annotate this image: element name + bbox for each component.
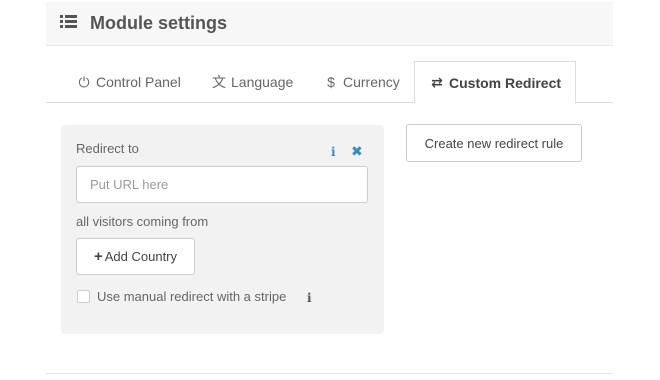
- tab-label: Language: [231, 74, 294, 90]
- tab-custom-redirect[interactable]: ⇄ Custom Redirect: [414, 61, 577, 104]
- list-icon: [60, 15, 77, 28]
- add-country-button[interactable]: + Add Country: [76, 238, 195, 275]
- visitors-label: all visitors coming from: [76, 214, 209, 229]
- tab-bar: ⏻ Control Panel 文 Language $ Currency ⇄ …: [46, 61, 613, 104]
- exchange-icon: ⇄: [431, 74, 443, 90]
- page-title: Module settings: [90, 13, 228, 33]
- power-icon: ⏻: [78, 73, 90, 90]
- plus-icon: +: [93, 248, 103, 265]
- redirect-rule-panel: Redirect to i ✖ all visitors coming from…: [61, 125, 384, 334]
- url-input[interactable]: [76, 166, 368, 203]
- dollar-icon: $: [327, 74, 335, 90]
- create-redirect-rule-button[interactable]: Create new redirect rule: [406, 124, 582, 162]
- close-icon[interactable]: ✖: [351, 143, 363, 160]
- add-country-label: Add Country: [104, 249, 178, 264]
- bottom-border: [46, 373, 613, 374]
- tab-label: Currency: [343, 74, 400, 90]
- language-icon: 文: [212, 74, 226, 90]
- info-icon[interactable]: i: [331, 145, 336, 159]
- tab-label: Custom Redirect: [449, 74, 562, 91]
- manual-redirect-checkbox[interactable]: [77, 290, 90, 303]
- tab-label: Control Panel: [96, 74, 181, 90]
- manual-redirect-label[interactable]: Use manual redirect with a stripe: [97, 289, 286, 304]
- tab-currency[interactable]: $ Currency: [323, 61, 400, 103]
- tab-control-panel[interactable]: ⏻ Control Panel: [76, 61, 181, 103]
- redirect-to-label: Redirect to: [76, 141, 139, 156]
- module-header: Module settings: [46, 2, 613, 46]
- info-icon[interactable]: i: [307, 291, 312, 305]
- tab-language[interactable]: 文 Language: [211, 61, 293, 103]
